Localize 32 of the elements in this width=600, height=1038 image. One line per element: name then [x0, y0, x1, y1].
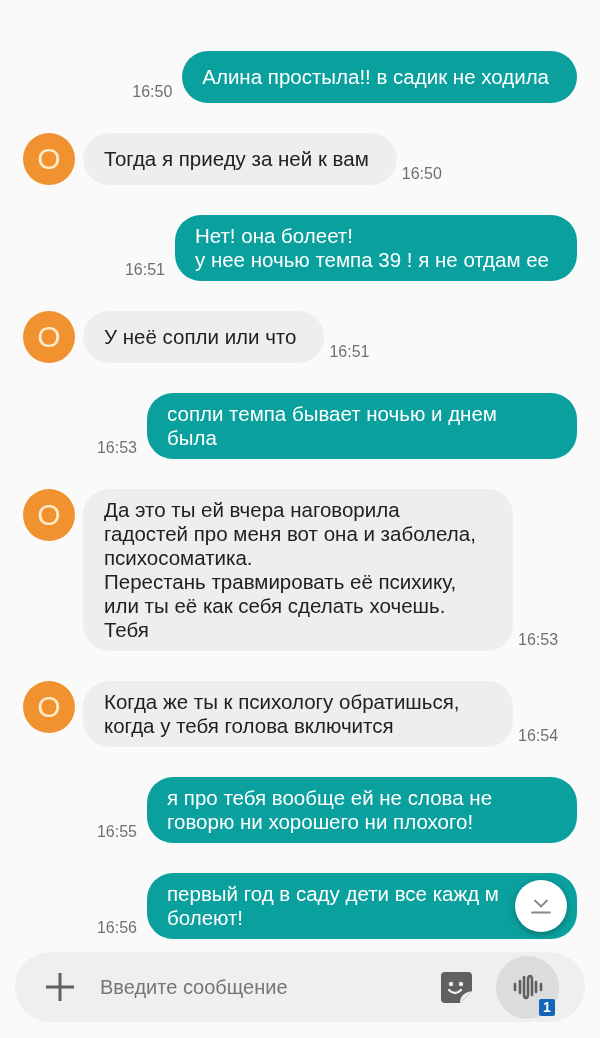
message-bubble: Когда же ты к психологу обратишься, когда у тебя голова включится [83, 681, 513, 747]
message-time: 16:53 [96, 438, 137, 458]
sticker-button[interactable] [440, 971, 472, 1003]
message-bubble: я про тебя вообще ей не слова не говорю ни хорошего ни плохого! [147, 777, 577, 843]
message-bubble: У неё сопли или что [83, 311, 325, 363]
message-time: 16:50 [132, 82, 173, 102]
message-bubble: Тогда я приеду за ней к вам [83, 133, 397, 185]
composer-bar[interactable]: Введите сообщение 1 [15, 952, 585, 1022]
message-bubble: сопли темпа бывает ночью и днем была [147, 393, 577, 459]
message-time: 16:55 [96, 822, 137, 842]
contact-avatar: О [23, 133, 75, 185]
message-time: 16:54 [518, 726, 559, 746]
add-button[interactable] [43, 970, 77, 1004]
contact-avatar: О [23, 681, 75, 733]
waveform-icon [512, 974, 543, 1000]
arrow-down-to-line-icon [531, 898, 551, 914]
message-bubble: первый год в саду дети все кажд м болеют! [147, 873, 577, 939]
voice-record-button[interactable]: 1 [496, 955, 559, 1019]
message-time: 16:51 [124, 260, 165, 280]
message-time: 16:53 [518, 630, 559, 650]
message-time: 16:50 [401, 164, 442, 184]
message-time: 16:56 [96, 918, 137, 938]
message-bubble: Нет! она болеет! у нее ночью темпа 39 ! я не отдам ее [174, 215, 577, 281]
badge-count: 1 [539, 998, 555, 1016]
plus-icon [45, 972, 75, 1002]
message-bubble: Алина простыла!! в садик не ходила [182, 51, 577, 103]
message-bubble: Да это ты ей вчера наговорила гадостей про меня вот она и заболела, психосоматика. Перестань травмировать её психику, или ты её как себя сделать хочешь. Тебя [83, 489, 513, 651]
contact-avatar: О [23, 489, 75, 541]
message-input[interactable]: Введите сообщение [100, 965, 430, 1009]
sticker-icon [440, 971, 472, 1003]
contact-avatar: О [23, 311, 75, 363]
message-time: 16:51 [329, 342, 370, 362]
